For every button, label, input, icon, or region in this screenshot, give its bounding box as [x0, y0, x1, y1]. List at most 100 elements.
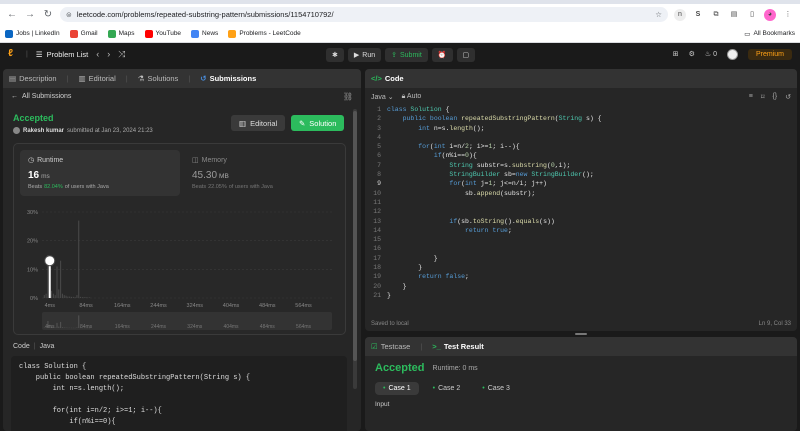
code-header: Code | Java [13, 343, 55, 350]
url-text: leetcode.com/problems/repeated-substring… [76, 10, 334, 19]
profile-s-icon[interactable]: S [692, 9, 704, 21]
tab-description[interactable]: ▤ Description [9, 74, 57, 83]
premium-button[interactable]: Premium [747, 48, 792, 60]
bookmark-icon[interactable]: ⌑ [761, 93, 765, 101]
leetcode-logo-icon[interactable]: ℓ [8, 48, 18, 60]
bookmark-youtube[interactable]: YouTube [144, 29, 181, 38]
bookmark-maps[interactable]: Maps [107, 29, 135, 38]
sidepanel-icon[interactable]: ▯ [746, 9, 758, 21]
left-tabs: ▤ Description | ▥ Editorial | ⚗ Solutions |… [3, 69, 361, 88]
left-scrollbar-thumb[interactable] [353, 111, 357, 361]
forward-icon[interactable]: → [24, 9, 36, 21]
author-name[interactable]: Rakesh kumar [23, 128, 64, 134]
overview-bar [58, 326, 60, 328]
runtime-distribution-chart[interactable]: 0% 10% 20% 30% 4ms 84ms 164ms 244ms 324ms 404ms 48… [14, 200, 347, 335]
overview-tick-label: 324ms [187, 324, 203, 330]
overview-tick-label: 564ms [296, 324, 312, 330]
next-problem-icon[interactable]: › [107, 49, 110, 59]
language-select[interactable]: Java ⌄ [371, 93, 394, 101]
tab-submissions[interactable]: ↺ Submissions [200, 74, 256, 83]
run-button[interactable]: ▶ Run [347, 48, 382, 62]
address-bar[interactable]: ⊜ leetcode.com/problems/repeated-substri… [60, 7, 668, 22]
flame-icon: ♨ [704, 51, 712, 58]
x-tick-label: 244ms [150, 303, 167, 309]
share-link-icon[interactable]: ⛓ [343, 92, 353, 101]
resize-handle[interactable] [575, 333, 587, 335]
code-brackets-icon: </> [371, 74, 382, 83]
back-icon[interactable]: ← [6, 9, 18, 21]
chart-bar [58, 289, 60, 298]
editorial-button[interactable]: ▥ Editorial [231, 115, 286, 131]
streak-counter[interactable]: ♨ 0 [705, 50, 717, 58]
menu-icon[interactable]: ⋮ [782, 9, 794, 21]
chart-bar [60, 260, 62, 298]
x-tick-label: 324ms [187, 303, 204, 309]
x-tick-label: 164ms [114, 303, 131, 309]
prev-problem-icon[interactable]: ‹ [96, 49, 99, 59]
test-panel: ☑ Testcase | >_ Test Result Accepted Runti… [365, 337, 797, 431]
tab-test-result[interactable]: >_ Test Result [432, 342, 483, 351]
all-submissions-link[interactable]: ← All Submissions ⛓ [3, 88, 361, 105]
notes-button[interactable]: ▢ [456, 48, 476, 62]
problem-list-button[interactable]: ☰ Problem List [36, 50, 88, 59]
reset-icon[interactable]: ↺ [785, 93, 791, 101]
case-2-tab[interactable]: • Case 2 [425, 382, 469, 395]
chart-bar [45, 293, 47, 298]
user-avatar[interactable] [726, 48, 738, 60]
bookmark-star-icon[interactable]: ☆ [655, 10, 662, 19]
debug-button[interactable]: ✱ [326, 48, 344, 62]
clock-icon: ◷ [28, 157, 35, 164]
auto-mode[interactable]: 🔒︎ Auto [402, 93, 422, 101]
bookmark-linkedin[interactable]: Jobs | LinkedIn [5, 29, 60, 38]
tab-editorial[interactable]: ▥ Editorial [79, 74, 116, 83]
extensions-icon[interactable]: ⧉ [710, 9, 722, 21]
run-submit-group: ✱ ▶ Run ⇪ Submit ⏰ ▢ [326, 48, 476, 62]
solution-button[interactable]: ✎ Solution [291, 115, 345, 131]
code-area[interactable]: 1 class Solution { 2 public boolean repea… [365, 105, 797, 315]
tab-code[interactable]: </> Code [371, 74, 404, 83]
author-avatar[interactable] [13, 127, 20, 134]
chart-bar [87, 297, 89, 298]
layout-icon[interactable]: ⊞ [673, 50, 679, 58]
runtime-card[interactable]: ◷ Runtime 16 ms Beats 82.04% of users with J… [20, 150, 180, 196]
memory-card[interactable]: ◫ Memory 45.30 MB Beats 22.05% of users with… [184, 150, 344, 196]
memory-value: 45.30 [192, 170, 218, 181]
chart-bar [72, 296, 74, 298]
chart-bar [43, 295, 45, 298]
description-icon: ▤ [9, 74, 17, 83]
bookmark-gmail[interactable]: Gmail [69, 29, 98, 38]
overview-tick-label: 244ms [151, 324, 167, 330]
avatar-icon[interactable]: ◕ [764, 8, 776, 21]
bookmark-news[interactable]: News [191, 29, 218, 38]
bug-icon: ✱ [332, 52, 338, 59]
shuffle-icon[interactable]: ⤨ [118, 49, 125, 60]
submit-button[interactable]: ⇪ Submit [385, 48, 428, 62]
chart-bar [71, 296, 72, 298]
case-1-tab[interactable]: • Case 1 [375, 382, 419, 395]
settings-icon[interactable]: ⚙ [689, 50, 695, 58]
submitted-code[interactable]: class Solution { public boolean repeated… [11, 356, 347, 431]
all-bookmarks[interactable]: ▭ All Bookmarks [744, 30, 795, 38]
runtime-value: 16 [28, 170, 40, 181]
site-info-icon[interactable]: ⊜ [66, 11, 72, 19]
format-icon[interactable]: ≡ [749, 93, 753, 101]
overview-tick-label: 4ms [45, 324, 55, 330]
editorial-icon: ▥ [239, 118, 247, 128]
profile-n-icon[interactable]: n [674, 8, 686, 21]
bookmark-leetcode[interactable]: Problems - LeetCode [228, 29, 301, 38]
tab-testcase[interactable]: ☑ Testcase [371, 342, 410, 351]
case-3-tab[interactable]: • Case 3 [474, 382, 518, 395]
timer-button[interactable]: ⏰ [431, 48, 453, 62]
code-editor-panel: </> Code Java ⌄ 🔒︎ Auto ≡ ⌑ {} ↺ 1 class S… [365, 69, 797, 331]
overview-tick-label: 164ms [115, 324, 131, 330]
editor-toolbar: Java ⌄ 🔒︎ Auto ≡ ⌑ {} ↺ [365, 88, 797, 105]
reading-list-icon[interactable]: ▤ [728, 9, 740, 21]
chart-bar [54, 295, 56, 298]
braces-icon[interactable]: {} [772, 93, 777, 101]
list-icon: ☰ [35, 49, 43, 59]
checkbox-icon: ☑ [371, 342, 378, 351]
chart-bar [85, 297, 87, 298]
result-runtime: Runtime: 0 ms [432, 364, 478, 372]
reload-icon[interactable]: ↻ [42, 9, 54, 21]
tab-solutions[interactable]: ⚗ Solutions [138, 74, 179, 83]
